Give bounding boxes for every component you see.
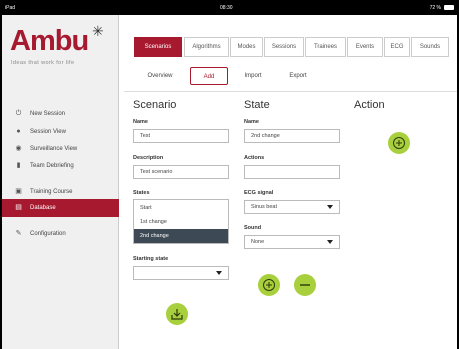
save-scenario-button[interactable]	[166, 303, 188, 325]
subtab-import[interactable]: Import	[235, 67, 271, 85]
add-action-button[interactable]	[388, 132, 410, 154]
sidebar-item-database[interactable]: ▤ Database	[2, 199, 119, 217]
sidebar-item-label: New Session	[30, 111, 66, 117]
person-icon: ●	[16, 128, 21, 135]
tab-trainees[interactable]: Trainees	[305, 37, 346, 57]
sidebar-item-label: Training Course	[30, 189, 73, 195]
logo-tagline: Ideas that work for life	[11, 60, 75, 66]
starting-state-label: Starting state	[133, 256, 169, 262]
tab-ecg[interactable]: ECG	[384, 37, 410, 57]
subtab-export[interactable]: Export	[278, 67, 318, 85]
state-name-field[interactable]: 2nd change	[244, 129, 340, 143]
state-name-label: Name	[244, 119, 259, 125]
states-list[interactable]: Start 1st change 2nd change	[133, 199, 229, 244]
clock: 08:30	[220, 5, 233, 11]
sidebar-item-configuration[interactable]: ✎ Configuration	[2, 225, 119, 243]
logo-wordmark: Ambu	[10, 25, 89, 57]
ambu-logo: Ambu ✳ Ideas that work for life	[10, 23, 118, 70]
sidebar-item-label: Database	[30, 205, 56, 211]
chevron-down-icon	[327, 240, 333, 244]
state-heading: State	[244, 99, 270, 111]
tab-modes[interactable]: Modes	[230, 37, 263, 57]
plus-circle-icon	[263, 279, 275, 291]
battery-level: 72 %	[429, 5, 441, 11]
subtab-add[interactable]: Add	[190, 67, 228, 85]
sound-value: None	[251, 239, 265, 245]
add-state-button[interactable]	[258, 274, 280, 296]
logo-star-icon: ✳	[92, 23, 104, 39]
document-icon: ▮	[16, 162, 21, 169]
list-item[interactable]: Start	[134, 201, 228, 215]
monitor-icon: ▣	[15, 188, 22, 195]
sound-dropdown[interactable]: None	[244, 235, 340, 249]
minus-icon	[300, 284, 310, 286]
ecg-signal-label: ECG signal	[244, 190, 274, 196]
sidebar-item-session-view[interactable]: ● Session View	[2, 123, 119, 141]
plus-circle-icon	[393, 137, 405, 149]
description-label: Description	[133, 155, 164, 161]
subtab-overview[interactable]: Overview	[137, 67, 183, 85]
list-item[interactable]: 2nd change	[134, 229, 228, 243]
sidebar-item-surveillance-view[interactable]: ◉ Surveillance View	[2, 140, 119, 158]
list-item[interactable]: 1st change	[134, 215, 228, 229]
chevron-down-icon	[327, 205, 333, 209]
actions-field[interactable]	[244, 165, 340, 179]
download-icon	[171, 309, 183, 320]
remove-state-button[interactable]	[294, 274, 316, 296]
wrench-icon: ✎	[15, 230, 22, 237]
device-label: iPad	[5, 5, 16, 11]
header-divider	[124, 91, 457, 92]
tab-algorithms[interactable]: Algorithms	[184, 37, 229, 57]
eye-icon: ◉	[15, 145, 22, 152]
sidebar-item-label: Team Debriefing	[30, 163, 74, 169]
chevron-down-icon	[216, 271, 222, 275]
scenario-heading: Scenario	[133, 99, 177, 111]
status-bar: iPad 08:30 72 %	[0, 0, 459, 15]
tab-scenarios[interactable]: Scenarios	[134, 37, 182, 57]
sidebar-item-label: Surveillance View	[30, 146, 78, 152]
scenario-name-label: Name	[133, 119, 148, 125]
sidebar-item-team-debriefing[interactable]: ▮ Team Debriefing	[2, 157, 119, 175]
description-field[interactable]: Test scenario	[133, 165, 229, 179]
actions-label: Actions	[244, 155, 265, 161]
starting-state-dropdown[interactable]	[133, 266, 229, 280]
sidebar: Ambu ✳ Ideas that work for life ⏻ New Se…	[2, 15, 119, 349]
states-label: States	[133, 190, 150, 196]
action-heading: Action	[354, 99, 385, 111]
sidebar-item-label: Session View	[30, 129, 66, 135]
ecg-signal-dropdown[interactable]: Sinus beat	[244, 200, 340, 214]
ecg-signal-value: Sinus beat	[251, 204, 277, 210]
battery-icon	[444, 5, 454, 10]
scenario-name-field[interactable]: Test	[133, 129, 229, 143]
tab-events[interactable]: Events	[347, 37, 383, 57]
app-window: Ambu ✳ Ideas that work for life ⏻ New Se…	[2, 15, 457, 349]
tab-sessions[interactable]: Sessions	[264, 37, 304, 57]
tab-sounds[interactable]: Sounds	[411, 37, 449, 57]
sidebar-item-label: Configuration	[30, 231, 66, 237]
sidebar-item-new-session[interactable]: ⏻ New Session	[2, 105, 119, 123]
power-icon: ⏻	[15, 110, 22, 117]
sound-label: Sound	[244, 225, 262, 231]
database-icon: ▤	[15, 204, 22, 211]
